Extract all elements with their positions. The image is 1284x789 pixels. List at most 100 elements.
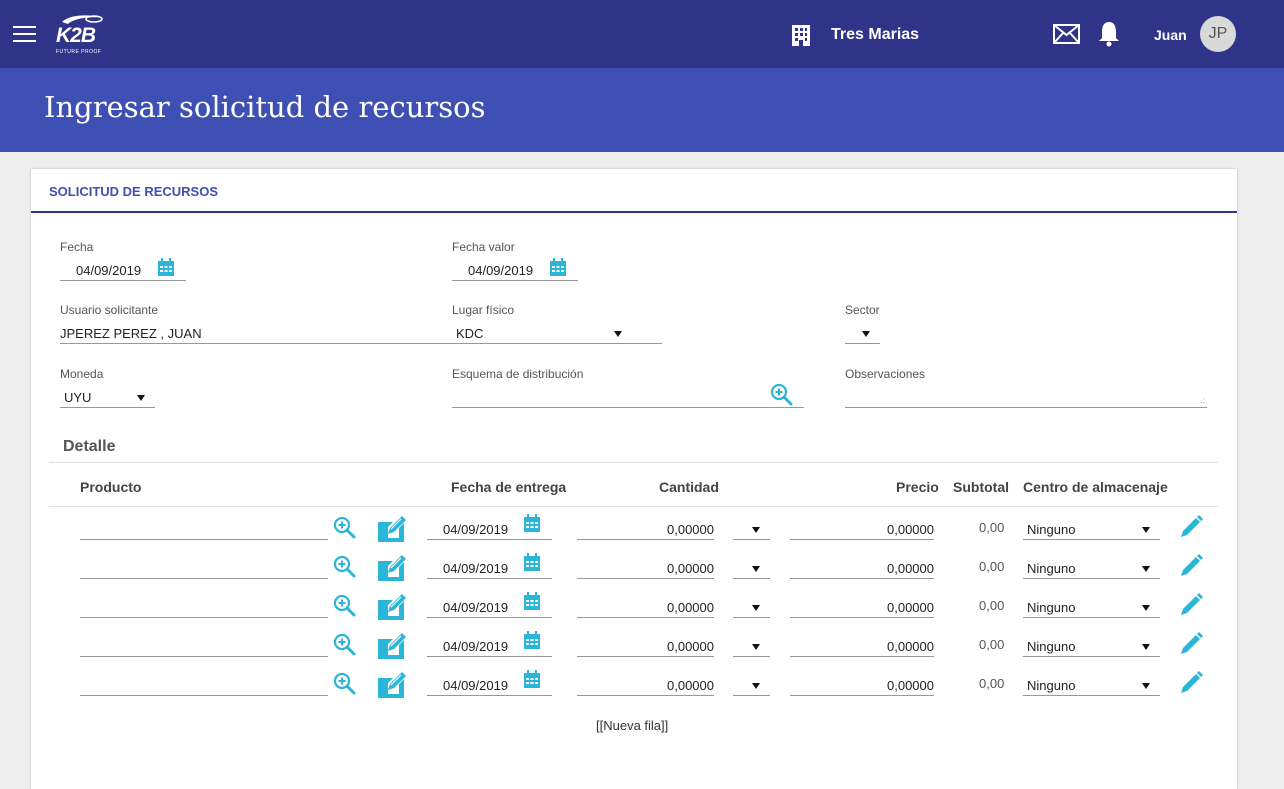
chevron-down-icon [862, 331, 870, 337]
subtotal-value: 0,00 [979, 520, 1005, 535]
moneda-select[interactable]: UYU [60, 385, 155, 408]
unidad-select[interactable] [733, 634, 770, 657]
zoom-in-search-icon[interactable] [333, 594, 356, 617]
bell-icon[interactable] [1097, 20, 1121, 47]
precio-input[interactable]: 0,00000 [790, 556, 934, 579]
chevron-down-icon [137, 395, 145, 401]
producto-input[interactable] [80, 517, 328, 540]
col-cantidad: Cantidad [659, 479, 719, 495]
top-bar: K2B FUTURE PROOF Tres Marias Juan JP [0, 0, 1284, 68]
mail-icon[interactable] [1053, 24, 1080, 44]
centro-select[interactable]: Ninguno [1023, 673, 1160, 696]
new-row-link[interactable]: [[Nueva fila]] [596, 718, 668, 733]
detalle-divider [49, 462, 1219, 463]
sector-select[interactable] [845, 321, 880, 344]
calendar-icon[interactable] [523, 631, 541, 650]
resize-grip-icon[interactable]: .: [1201, 396, 1205, 405]
centro-select[interactable]: Ninguno [1023, 634, 1160, 657]
centro-select[interactable]: Ninguno [1023, 517, 1160, 540]
chevron-down-icon [752, 605, 760, 611]
centro-select[interactable]: Ninguno [1023, 595, 1160, 618]
section-divider [31, 211, 1237, 213]
fecha-entrega-value: 04/09/2019 [443, 561, 509, 576]
cantidad-input[interactable]: 0,00000 [577, 595, 714, 618]
edit-box-icon[interactable] [376, 670, 406, 698]
esquema-field[interactable] [452, 385, 804, 408]
precio-input[interactable]: 0,00000 [790, 595, 934, 618]
precio-value: 0,00000 [887, 639, 934, 654]
precio-value: 0,00000 [887, 561, 934, 576]
zoom-in-search-icon[interactable] [333, 672, 356, 695]
unidad-select[interactable] [733, 517, 770, 540]
calendar-icon[interactable] [549, 258, 567, 277]
page-title: Ingresar solicitud de recursos [44, 90, 486, 124]
lugar-select[interactable]: KDC [452, 321, 662, 344]
producto-input[interactable] [80, 634, 328, 657]
usuario-field[interactable]: JPEREZ PEREZ , JUAN [60, 321, 460, 344]
calendar-icon[interactable] [157, 258, 175, 277]
cantidad-input[interactable]: 0,00000 [577, 634, 714, 657]
precio-input[interactable]: 0,00000 [790, 517, 934, 540]
centro-value: Ninguno [1027, 600, 1076, 615]
pencil-icon[interactable] [1179, 593, 1203, 617]
pencil-icon[interactable] [1179, 671, 1203, 695]
precio-input[interactable]: 0,00000 [790, 634, 934, 657]
unidad-select[interactable] [733, 673, 770, 696]
cantidad-input[interactable]: 0,00000 [577, 517, 714, 540]
logo-text: K2B [56, 24, 96, 47]
pencil-icon[interactable] [1179, 515, 1203, 539]
chevron-down-icon [614, 331, 622, 337]
hamburger-menu-icon[interactable] [13, 26, 36, 44]
company-name[interactable]: Tres Marias [831, 26, 919, 44]
avatar[interactable]: JP [1200, 16, 1236, 52]
zoom-in-search-icon[interactable] [770, 383, 793, 406]
producto-input[interactable] [80, 595, 328, 618]
fecha-entrega-value: 04/09/2019 [443, 600, 509, 615]
chevron-down-icon [1142, 527, 1150, 533]
precio-value: 0,00000 [887, 600, 934, 615]
chevron-down-icon [752, 566, 760, 572]
pencil-icon[interactable] [1179, 554, 1203, 578]
zoom-in-search-icon[interactable] [333, 555, 356, 578]
detalle-heading: Detalle [63, 438, 116, 455]
lugar-label: Lugar físico [452, 303, 515, 317]
logo-tagline: FUTURE PROOF [56, 49, 102, 55]
edit-box-icon[interactable] [376, 553, 406, 581]
observaciones-textarea[interactable]: .: [845, 385, 1207, 408]
cantidad-input[interactable]: 0,00000 [577, 673, 714, 696]
zoom-in-search-icon[interactable] [333, 633, 356, 656]
chevron-down-icon [1142, 605, 1150, 611]
cantidad-input[interactable]: 0,00000 [577, 556, 714, 579]
calendar-icon[interactable] [523, 592, 541, 611]
calendar-icon[interactable] [523, 553, 541, 572]
fecha-label: Fecha [60, 240, 94, 254]
centro-select[interactable]: Ninguno [1023, 556, 1160, 579]
centro-value: Ninguno [1027, 522, 1076, 537]
edit-box-icon[interactable] [376, 631, 406, 659]
fecha-valor-label: Fecha valor [452, 240, 515, 254]
zoom-in-search-icon[interactable] [333, 516, 356, 539]
fecha-valor-value: 04/09/2019 [468, 263, 534, 278]
moneda-label: Moneda [60, 367, 104, 381]
sector-label: Sector [845, 303, 880, 317]
col-fecha-entrega: Fecha de entrega [451, 479, 567, 495]
chevron-down-icon [752, 683, 760, 689]
building-icon [792, 25, 810, 46]
chevron-down-icon [752, 527, 760, 533]
calendar-icon[interactable] [523, 514, 541, 533]
pencil-icon[interactable] [1179, 632, 1203, 656]
producto-input[interactable] [80, 556, 328, 579]
calendar-icon[interactable] [523, 670, 541, 689]
user-name[interactable]: Juan [1154, 27, 1187, 43]
unidad-select[interactable] [733, 595, 770, 618]
edit-box-icon[interactable] [376, 592, 406, 620]
col-producto: Producto [80, 479, 142, 495]
unidad-select[interactable] [733, 556, 770, 579]
precio-input[interactable]: 0,00000 [790, 673, 934, 696]
chevron-down-icon [1142, 566, 1150, 572]
centro-value: Ninguno [1027, 678, 1076, 693]
k2b-logo[interactable]: K2B FUTURE PROOF [54, 12, 110, 58]
producto-input[interactable] [80, 673, 328, 696]
edit-box-icon[interactable] [376, 514, 406, 542]
observaciones-label: Observaciones [845, 367, 926, 381]
